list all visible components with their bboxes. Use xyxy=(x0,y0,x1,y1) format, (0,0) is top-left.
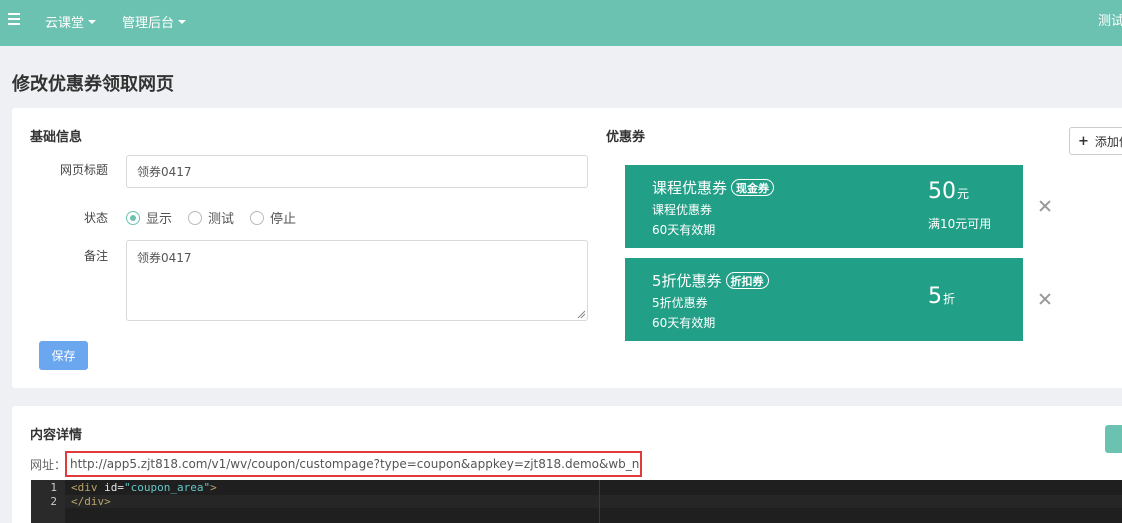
section-title-content: 内容详情 xyxy=(30,428,83,443)
remark-label: 备注 xyxy=(83,249,108,263)
coupon-condition: 满10元可用 xyxy=(928,217,992,231)
coupon-validity: 60天有效期 xyxy=(652,316,716,330)
add-coupon-button[interactable]: + 添加优 xyxy=(1069,127,1122,155)
resize-grip-icon[interactable] xyxy=(577,310,585,318)
status-option-label: 停止 xyxy=(270,212,297,227)
print-margin xyxy=(599,480,600,523)
chevron-down-icon xyxy=(88,19,97,24)
coupon-title: 5折优惠券 折扣券 xyxy=(652,270,769,291)
nav-item-label: 管理后台 xyxy=(122,16,175,31)
remark-text: 领券0417 xyxy=(137,251,192,265)
status-label: 状态 xyxy=(83,211,108,225)
status-radio-group: 显示 测试 停止 xyxy=(126,208,312,227)
line-number: 2 xyxy=(50,495,57,508)
radio-icon[interactable] xyxy=(250,210,265,225)
status-option-stop[interactable]: 停止 xyxy=(250,208,296,227)
coupon-validity: 60天有效期 xyxy=(652,223,716,237)
coupon-value: 50元 xyxy=(928,179,969,204)
copy-button[interactable] xyxy=(1105,425,1122,453)
add-coupon-label: 添加优 xyxy=(1094,134,1122,149)
code-token-eq: = xyxy=(117,481,124,494)
page-title: 修改优惠券领取网页 xyxy=(12,74,174,95)
coupon-type-badge: 现金券 xyxy=(731,179,775,196)
close-icon[interactable] xyxy=(1038,199,1052,213)
line-number: 1 xyxy=(50,481,57,494)
code-token-tag: > xyxy=(210,481,217,494)
basic-info-panel: 基础信息 网页标题 领券0417 状态 显示 测试 停止 备注 领券0417 保… xyxy=(12,108,1122,388)
coupon-value: 5折 xyxy=(928,284,955,309)
radio-icon[interactable] xyxy=(188,210,203,225)
active-line-highlight xyxy=(65,495,1122,508)
status-option-label: 测试 xyxy=(208,212,235,227)
menu-icon[interactable] xyxy=(8,13,20,25)
coupon-type-badge: 折扣券 xyxy=(725,272,769,289)
status-option-label: 显示 xyxy=(146,212,173,227)
coupon-card: 5折优惠券 折扣券 5折优惠券 60天有效期 5折 xyxy=(625,258,1023,341)
close-icon[interactable] xyxy=(1038,292,1052,306)
code-editor[interactable]: 1 2 <div id="coupon_area"> </div> xyxy=(31,480,1122,523)
page-url[interactable]: http://app5.zjt818.com/v1/wv/coupon/cust… xyxy=(65,451,642,477)
coupon-card: 课程优惠券 现金券 课程优惠券 60天有效期 50元 满10元可用 xyxy=(625,165,1023,248)
plus-icon: + xyxy=(1078,133,1089,149)
code-line[interactable]: </div> xyxy=(71,495,111,508)
save-button[interactable]: 保存 xyxy=(39,341,88,370)
coupon-title-text: 课程优惠券 xyxy=(652,179,728,197)
nav-item-cloud-class[interactable]: 云课堂 xyxy=(45,12,97,31)
user-menu[interactable]: 测试 xyxy=(1098,10,1122,29)
coupon-desc: 课程优惠券 xyxy=(652,203,713,217)
title-label: 网页标题 xyxy=(59,163,108,177)
url-label: 网址： xyxy=(30,458,67,472)
section-title-coupons: 优惠券 xyxy=(606,130,646,145)
remark-textarea[interactable]: 领券0417 xyxy=(126,240,588,321)
page-title-input[interactable]: 领券0417 xyxy=(126,155,588,188)
code-token-attr: id xyxy=(104,481,118,494)
coupon-title-text: 5折优惠券 xyxy=(652,272,722,290)
top-nav-bar: 云课堂 管理后台 测试 xyxy=(0,0,1122,46)
code-token-string: "coupon_area" xyxy=(124,481,211,494)
code-token-tag: </div> xyxy=(71,495,111,508)
coupon-title: 课程优惠券 现金券 xyxy=(652,177,775,198)
coupon-value-number: 50 xyxy=(928,179,956,204)
coupon-desc: 5折优惠券 xyxy=(652,296,708,310)
coupon-value-number: 5 xyxy=(928,284,942,309)
chevron-down-icon xyxy=(178,19,187,24)
coupon-value-unit: 折 xyxy=(943,292,956,306)
radio-checked-icon[interactable] xyxy=(126,210,140,225)
nav-item-admin[interactable]: 管理后台 xyxy=(122,12,187,31)
nav-item-label: 云课堂 xyxy=(45,16,85,31)
status-option-show[interactable]: 显示 xyxy=(126,208,172,227)
code-line[interactable]: <div id="coupon_area"> xyxy=(71,481,217,494)
coupon-value-unit: 元 xyxy=(957,187,970,201)
status-option-test[interactable]: 测试 xyxy=(188,208,234,227)
code-token-tag: <div xyxy=(71,481,105,494)
section-title-basic: 基础信息 xyxy=(30,130,83,145)
